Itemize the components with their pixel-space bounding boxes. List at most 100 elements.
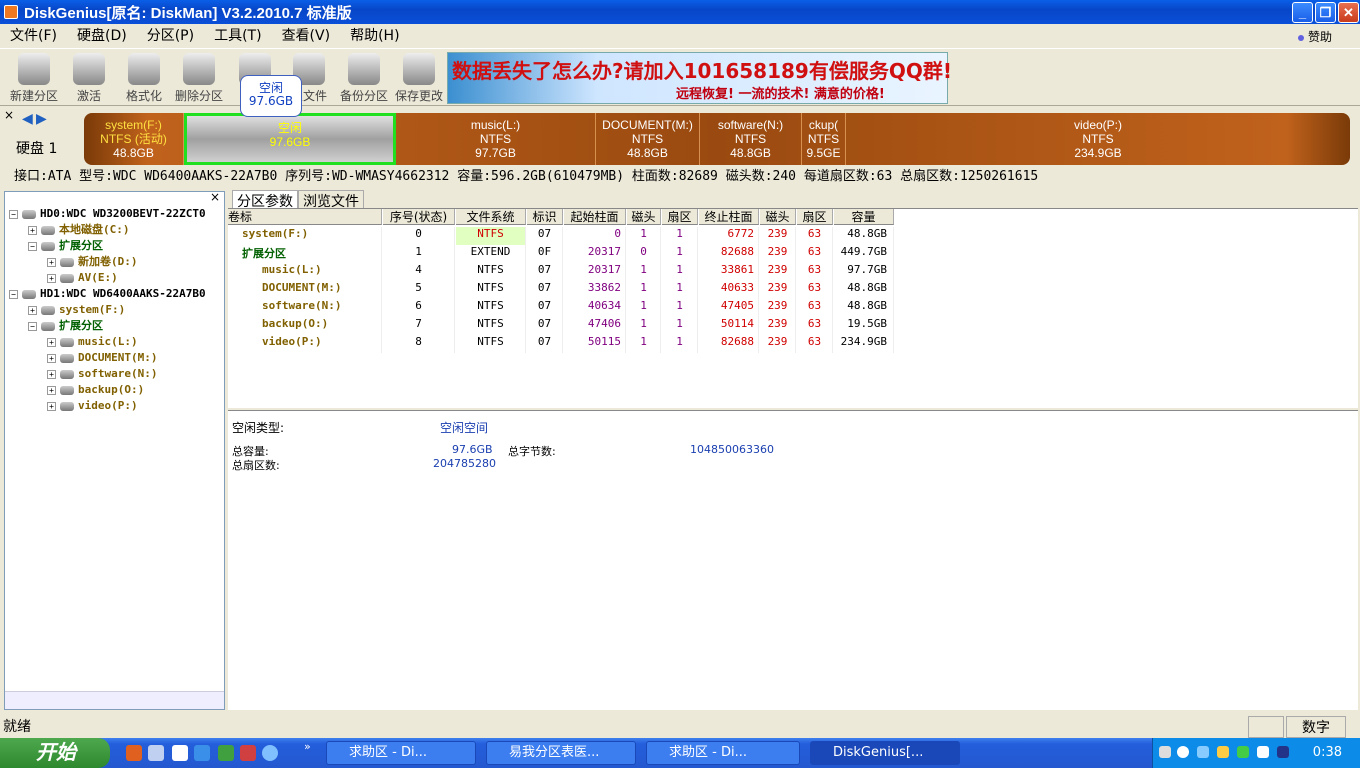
globe-icon[interactable] <box>262 745 278 761</box>
expand-icon[interactable]: + <box>47 401 56 411</box>
expand-icon[interactable]: + <box>47 385 56 395</box>
next-disk-arrow-icon[interactable]: ▶ <box>36 111 47 127</box>
column-header[interactable]: 序号(状态) <box>383 209 455 225</box>
expand-icon[interactable]: + <box>47 273 56 283</box>
table-row[interactable]: video(P:) 8 NTFS 07 50115 1 1 82688 239 63 234.9GB <box>228 335 895 353</box>
chevron-icon[interactable]: » <box>304 740 311 753</box>
lightning-icon[interactable] <box>194 745 210 761</box>
task-label: 易我分区表医... <box>509 745 600 760</box>
paint-icon[interactable] <box>218 745 234 761</box>
close-button[interactable]: ✕ <box>1338 2 1359 23</box>
firefox-icon[interactable] <box>126 745 142 761</box>
backup-partition-button[interactable]: 备份分区 <box>337 53 391 105</box>
security-icon[interactable] <box>1237 746 1249 758</box>
collapse-icon[interactable]: − <box>9 209 18 219</box>
delete-partition-button[interactable]: 删除分区 <box>172 53 226 105</box>
network-icon[interactable] <box>1197 746 1209 758</box>
update-icon[interactable] <box>1277 746 1289 758</box>
start-button[interactable]: 开始 <box>0 738 110 768</box>
collapse-icon[interactable]: − <box>28 321 37 331</box>
segment-video[interactable]: video(P:) NTFS 234.9GB <box>846 113 1350 165</box>
task-diskgenius[interactable]: DiskGenius[... <box>810 741 960 765</box>
keyboard-icon[interactable] <box>1159 746 1171 758</box>
table-cell: 1 <box>627 299 661 317</box>
menu-file[interactable]: 文件(F) <box>0 25 67 45</box>
menu-disk[interactable]: 硬盘(D) <box>67 25 137 45</box>
column-header[interactable]: 扇区 <box>662 209 698 225</box>
segment-free[interactable]: 空闲 97.6GB <box>184 113 396 165</box>
expand-icon[interactable]: + <box>47 369 56 379</box>
settings-icon[interactable] <box>148 745 164 761</box>
tree-partition[interactable]: + DOCUMENT(M:) <box>47 350 157 366</box>
ad-banner[interactable]: 数据丢失了怎么办?请加入101658189有偿服务QQ群! 远程恢复! 一流的技… <box>447 52 952 104</box>
column-header[interactable]: 磁头 <box>627 209 661 225</box>
segment-system[interactable]: system(F:) NTFS (活动) 48.8GB <box>84 113 184 165</box>
menu-partition[interactable]: 分区(P) <box>137 25 204 45</box>
table-row[interactable]: 扩展分区 1 EXTEND 0F 20317 0 1 82688 239 63 449.7GB <box>228 245 895 263</box>
expand-tray-icon[interactable] <box>1177 746 1189 758</box>
table-row[interactable]: software(N:) 6 NTFS 07 40634 1 1 47405 239 63 48.8… <box>228 299 895 317</box>
expand-icon[interactable]: + <box>47 337 56 347</box>
tree-partition[interactable]: − 扩展分区 <box>28 238 103 254</box>
tree-partition[interactable]: + software(N:) <box>47 366 157 382</box>
tree-disk[interactable]: − HD0:WDC WD3200BEVT-22ZCT0 <box>9 206 206 222</box>
table-cell: 239 <box>760 299 796 317</box>
expand-icon[interactable]: + <box>28 305 37 315</box>
segment-music[interactable]: music(L:) NTFS 97.7GB <box>396 113 596 165</box>
horizontal-scrollbar[interactable] <box>5 691 224 709</box>
tree-partition[interactable]: + 本地磁盘(C:) <box>28 222 130 238</box>
collapse-icon[interactable]: − <box>9 289 18 299</box>
tree-partition[interactable]: + 新加卷(D:) <box>47 254 138 270</box>
maximize-button[interactable]: ❐ <box>1315 2 1336 23</box>
column-header[interactable]: 起始柱面 <box>564 209 626 225</box>
task-folder[interactable]: 易我分区表医... <box>486 741 636 765</box>
menu-view[interactable]: 查看(V) <box>272 25 341 45</box>
menu-tools[interactable]: 工具(T) <box>204 25 271 45</box>
tab-partition-params[interactable]: 分区参数 <box>232 190 298 210</box>
task-browser-1[interactable]: 求助区 - Di... <box>326 741 476 765</box>
task-browser-2[interactable]: 求助区 - Di... <box>646 741 800 765</box>
column-header[interactable]: 扇区 <box>797 209 833 225</box>
segment-software[interactable]: software(N:) NTFS 48.8GB <box>700 113 802 165</box>
table-row[interactable]: backup(O:) 7 NTFS 07 47406 1 1 50114 239 63 19.5GB <box>228 317 895 335</box>
column-header[interactable]: 容量 <box>834 209 894 225</box>
expand-icon[interactable]: + <box>47 257 56 267</box>
prev-disk-arrow-icon[interactable]: ◀ <box>22 111 33 127</box>
activate-button[interactable]: 激活 <box>62 53 116 105</box>
column-header[interactable]: 终止柱面 <box>699 209 759 225</box>
monitor-tray-icon[interactable] <box>1257 746 1269 758</box>
table-row[interactable]: system(F:) 0 NTFS 07 0 1 1 6772 239 63 48.8GB <box>228 227 895 245</box>
segment-document[interactable]: DOCUMENT(M:) NTFS 48.8GB <box>596 113 700 165</box>
tab-browse-files[interactable]: 浏览文件 <box>298 190 364 210</box>
tree-partition[interactable]: + AV(E:) <box>47 270 118 286</box>
column-header[interactable]: 文件系统 <box>456 209 526 225</box>
column-header[interactable]: 卷标 <box>228 209 382 225</box>
shield-icon[interactable] <box>172 745 188 761</box>
column-header[interactable]: 标识 <box>527 209 563 225</box>
new-partition-button[interactable]: 新建分区 <box>6 53 62 105</box>
tree-disk[interactable]: − HD1:WDC WD6400AAKS-22A7B0 <box>9 286 206 302</box>
save-changes-button[interactable]: 保存更改 <box>392 53 446 105</box>
close-icon[interactable]: × <box>4 108 14 122</box>
tree-partition[interactable]: + video(P:) <box>47 398 138 414</box>
main-panel: 分区参数 浏览文件 卷标 序号(状态) 文件系统 标识 起始柱面 磁头 扇区 终止柱面 磁头 扇区… <box>228 188 1360 712</box>
tree-partition[interactable]: + music(L:) <box>47 334 138 350</box>
expand-icon[interactable]: + <box>28 225 37 235</box>
tree-partition[interactable]: + system(F:) <box>28 302 125 318</box>
close-icon[interactable]: × <box>210 190 220 204</box>
volume-icon[interactable] <box>1217 746 1229 758</box>
monitor-icon[interactable] <box>240 745 256 761</box>
expand-icon[interactable]: + <box>47 353 56 363</box>
minimize-button[interactable]: _ <box>1292 2 1313 23</box>
menu-help[interactable]: 帮助(H) <box>340 25 409 45</box>
sponsor-link[interactable]: 赞助 <box>1297 28 1332 45</box>
segment-backup[interactable]: ckup(NTFS 9.5GE <box>802 113 846 165</box>
format-button[interactable]: 格式化 <box>117 53 171 105</box>
tree-partition[interactable]: + backup(O:) <box>47 382 144 398</box>
partition-bar: system(F:) NTFS (活动) 48.8GB 空闲 97.6GB music… <box>84 113 1350 165</box>
column-header[interactable]: 磁头 <box>760 209 796 225</box>
table-row[interactable]: music(L:) 4 NTFS 07 20317 1 1 33861 239 63 97.7GB <box>228 263 895 281</box>
table-row[interactable]: DOCUMENT(M:) 5 NTFS 07 33862 1 1 40633 239 63 48.8… <box>228 281 895 299</box>
collapse-icon[interactable]: − <box>28 241 37 251</box>
tree-partition[interactable]: − 扩展分区 <box>28 318 103 334</box>
